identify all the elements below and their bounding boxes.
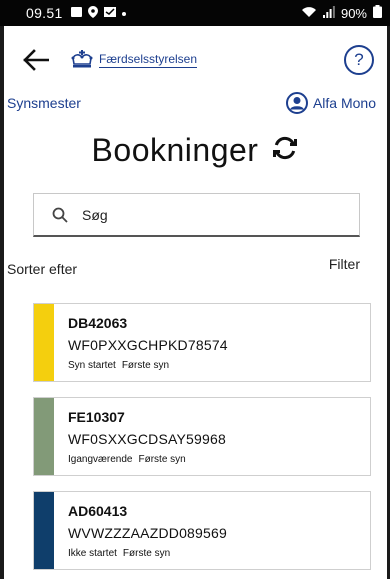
- gallery-notification-icon: [70, 6, 82, 20]
- title-row: Bookninger: [0, 132, 390, 169]
- booking-meta: Ikke startet Første syn: [68, 548, 370, 559]
- crown-icon: [71, 50, 93, 68]
- page-title: Bookninger: [91, 132, 259, 168]
- brand-logo: Færdselsstyrelsen: [70, 50, 198, 70]
- booking-status: Syn startet: [68, 360, 116, 371]
- booking-list: DB42063 WF0PXXGCHPKD78574 Syn startet Fø…: [33, 303, 371, 579]
- location-notification-icon: [87, 5, 98, 21]
- refresh-button[interactable]: [272, 135, 298, 166]
- arrow-left-icon: [23, 49, 49, 71]
- booking-plate: DB42063: [68, 315, 128, 331]
- wifi-icon: [301, 6, 317, 21]
- help-button[interactable]: ?: [344, 45, 374, 75]
- booking-card[interactable]: DB42063 WF0PXXGCHPKD78574 Syn startet Fø…: [33, 303, 371, 382]
- booking-plate: AD60413: [68, 503, 128, 519]
- user-menu[interactable]: Alfa Mono: [285, 92, 376, 114]
- search-icon: [52, 207, 68, 223]
- search-box[interactable]: [33, 193, 360, 237]
- status-color-bar: [34, 398, 54, 475]
- booking-type: Første syn: [121, 360, 170, 371]
- status-bar: 09.51 90%: [0, 0, 390, 26]
- brand-name: Færdselsstyrelsen: [99, 52, 198, 68]
- booking-status: Ikke startet: [68, 548, 117, 559]
- battery-level: 90%: [340, 5, 367, 21]
- user-avatar-icon: [285, 92, 308, 114]
- role-label: Synsmester: [7, 95, 81, 111]
- signal-icon: [322, 5, 335, 21]
- role-bar: Synsmester Alfa Mono: [7, 91, 376, 115]
- booking-card[interactable]: AD60413 WVWZZZAAZDD089569 Ikke startet F…: [33, 491, 371, 570]
- sort-filter-row: Sorter efter Filter: [7, 252, 360, 277]
- booking-type: Første syn: [122, 548, 171, 559]
- booking-meta: Syn startet Første syn: [68, 360, 370, 371]
- booking-vin: WF0SXXGCDSAY59968: [68, 431, 226, 447]
- more-notifications-dot-icon: [121, 7, 126, 19]
- battery-icon: [373, 5, 382, 21]
- sort-dropdown[interactable]: Sorter efter: [7, 261, 77, 277]
- status-color-bar: [34, 492, 54, 569]
- booking-vin: WF0PXXGCHPKD78574: [68, 337, 228, 353]
- status-color-bar: [34, 304, 54, 381]
- message-notification-icon: [103, 6, 116, 20]
- help-icon: ?: [354, 50, 364, 69]
- booking-card[interactable]: FE10307 WF0SXXGCDSAY59968 Igangværende F…: [33, 397, 371, 476]
- booking-type: Første syn: [138, 454, 186, 465]
- booking-meta: Igangværende Første syn: [68, 454, 370, 465]
- booking-plate: FE10307: [68, 409, 125, 425]
- back-button[interactable]: [20, 44, 52, 76]
- booking-status: Igangværende: [68, 454, 133, 465]
- filter-button[interactable]: Filter: [329, 256, 360, 272]
- frame-left-edge: [0, 26, 4, 579]
- booking-vin: WVWZZZAAZDD089569: [68, 525, 227, 541]
- user-name: Alfa Mono: [312, 95, 376, 111]
- app-header: Færdselsstyrelsen ?: [20, 40, 374, 80]
- search-input[interactable]: [82, 206, 322, 223]
- status-time: 09.51: [26, 5, 63, 21]
- refresh-icon: [273, 136, 298, 160]
